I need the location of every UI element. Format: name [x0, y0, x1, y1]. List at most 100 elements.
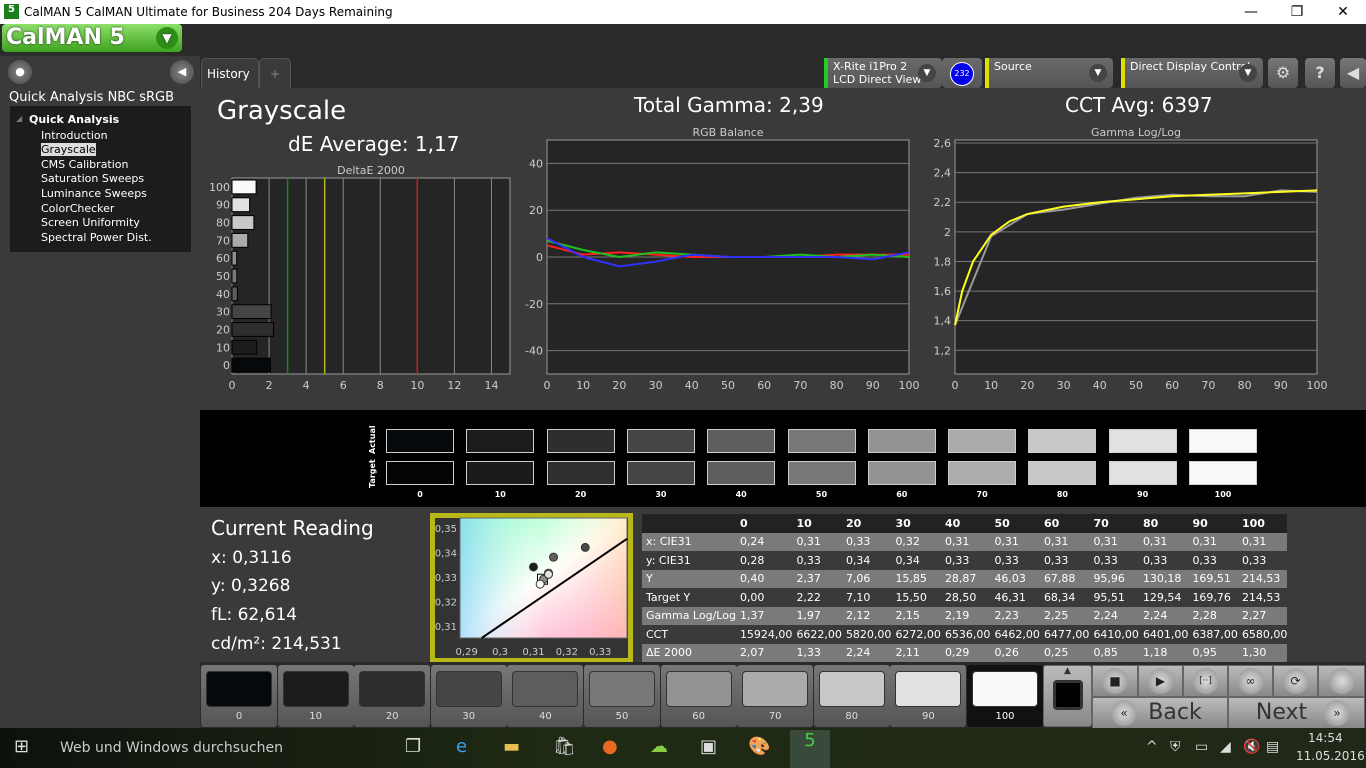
- chart-title: DeltaE 2000: [337, 164, 405, 177]
- back-button[interactable]: « Back: [1092, 697, 1228, 729]
- actual-swatch: [867, 429, 936, 453]
- double-left-icon: «: [1111, 700, 1137, 726]
- table-cell: 2,25: [1039, 606, 1090, 625]
- table-row: x: CIE31 0,24 0,31 0,33 0,32 0,31 0,31 0,31 0,31…: [642, 532, 1288, 551]
- measure-range-button[interactable]: [··]: [1183, 665, 1228, 697]
- firefox-icon[interactable]: ●: [602, 736, 618, 757]
- table-cell: 0,33: [1138, 551, 1189, 570]
- y-tick-label: 50: [216, 270, 230, 283]
- y-tick-label: 20: [529, 204, 543, 217]
- swatch-level-label: 0: [417, 490, 423, 499]
- patch-color: [589, 671, 655, 707]
- patch-button[interactable]: 40: [507, 665, 584, 727]
- target-swatch: [386, 461, 454, 485]
- patch-button[interactable]: 70: [737, 665, 814, 727]
- y-tick-label: 1,8: [934, 255, 952, 268]
- cie-chart-frame: [430, 513, 633, 663]
- table-cell: 7,06: [841, 569, 892, 588]
- app-icon-green[interactable]: ☁: [650, 736, 668, 757]
- stop-icon: ■: [1102, 668, 1128, 694]
- notifications-icon[interactable]: ▤: [1266, 739, 1279, 755]
- edge-icon[interactable]: e: [456, 736, 467, 757]
- swatch-level-label: 70: [976, 490, 988, 499]
- x-tick-label: 12: [447, 379, 461, 392]
- extra-button[interactable]: [1318, 665, 1365, 697]
- patch-button[interactable]: 60: [660, 665, 737, 727]
- column-header: 80: [1138, 514, 1189, 533]
- volume-muted-icon[interactable]: 🔇: [1243, 739, 1260, 755]
- target-swatch: [948, 461, 1017, 485]
- table-cell: 2,12: [841, 606, 892, 625]
- next-button[interactable]: Next »: [1228, 697, 1365, 729]
- patch-button[interactable]: 10: [277, 665, 354, 727]
- plot-area: [231, 177, 511, 375]
- column-header: 40: [940, 514, 991, 533]
- patch-label: 10: [309, 711, 322, 722]
- x-tick-label: 20: [612, 379, 626, 392]
- patch-button[interactable]: 0: [201, 665, 277, 727]
- reading-x: x: 0,3116: [211, 548, 292, 568]
- x-tick-label: 0: [952, 379, 959, 392]
- clock-date[interactable]: 11.05.2016: [1296, 749, 1365, 763]
- continuous-button[interactable]: ∞: [1228, 665, 1273, 697]
- table-cell: 15,85: [891, 569, 941, 588]
- battery-icon[interactable]: ▭: [1195, 739, 1208, 755]
- table-cell: 6410,00: [1089, 625, 1139, 644]
- table-cell: 1,97: [792, 606, 842, 625]
- y-tick-label: 40: [529, 157, 543, 170]
- table-cell: 0,33: [1237, 551, 1288, 570]
- paint-icon[interactable]: 🎨: [748, 736, 770, 757]
- row-label: ΔE 2000: [642, 643, 736, 662]
- clock-time[interactable]: 14:54: [1308, 731, 1343, 745]
- store-icon[interactable]: 🛍: [553, 736, 576, 757]
- patch-button[interactable]: 30: [430, 665, 507, 727]
- patch-label: 0: [235, 711, 243, 722]
- patch-label: 40: [539, 711, 552, 722]
- x-tick-label: 0: [229, 379, 236, 392]
- table-cell: 0,00: [735, 588, 793, 607]
- x-tick-label: 40: [1093, 379, 1107, 392]
- patch-color: [512, 671, 579, 707]
- table-cell: 5820,00: [841, 625, 892, 644]
- security-alert-icon[interactable]: ⛨: [1170, 739, 1181, 755]
- table-cell: 0,33: [1089, 551, 1139, 570]
- wifi-icon[interactable]: ◢: [1220, 739, 1231, 755]
- column-header: 50: [990, 514, 1040, 533]
- y-tick-label: 100: [209, 181, 230, 194]
- table-cell: 68,34: [1039, 588, 1090, 607]
- patch-color: [818, 671, 885, 707]
- table-cell: 0,31: [990, 532, 1040, 551]
- windows-start-icon[interactable]: ⊞: [14, 736, 29, 757]
- blank-circle-icon: [1328, 668, 1355, 694]
- measure-mode-button[interactable]: ▲: [1043, 665, 1092, 727]
- refresh-button[interactable]: ⟳: [1273, 665, 1318, 697]
- deltae-bar: [231, 286, 238, 302]
- patch-color: [435, 671, 502, 707]
- patch-label: 60: [692, 711, 705, 722]
- patch-button[interactable]: 20: [354, 665, 431, 727]
- grayscale-swatch-strip: Actual Target 0 10 20 30 40 50 60 70 80 90 100: [200, 410, 1366, 507]
- calman-taskbar-icon[interactable]: 5: [790, 730, 830, 768]
- table-cell: 2,07: [735, 643, 793, 662]
- taskbar-search[interactable]: Web und Windows durchsuchen: [60, 740, 283, 756]
- deltae-bar: [231, 322, 275, 337]
- patch-label: 70: [768, 711, 782, 722]
- patch-button[interactable]: 100: [967, 665, 1043, 727]
- file-explorer-icon[interactable]: ▬: [503, 736, 520, 757]
- table-cell: 0,31: [792, 532, 842, 551]
- patch-button[interactable]: 50: [584, 665, 660, 727]
- x-tick-label: 8: [377, 379, 384, 392]
- table-cell: 28,87: [940, 569, 991, 588]
- play-button[interactable]: ▶: [1138, 665, 1183, 697]
- deltae-bar: [231, 250, 238, 266]
- stop-button[interactable]: ■: [1092, 665, 1138, 697]
- task-view-icon[interactable]: ❐: [405, 736, 421, 757]
- row-label: CCT: [642, 625, 736, 644]
- patch-button[interactable]: 90: [890, 665, 967, 727]
- double-right-icon: »: [1324, 700, 1350, 726]
- tray-chevron-icon[interactable]: ^: [1146, 739, 1158, 755]
- app-icon-monitor[interactable]: ▣: [700, 736, 717, 757]
- patch-button[interactable]: 80: [813, 665, 890, 727]
- x-tick-label: 70: [1201, 379, 1215, 392]
- actual-swatch: [626, 429, 695, 453]
